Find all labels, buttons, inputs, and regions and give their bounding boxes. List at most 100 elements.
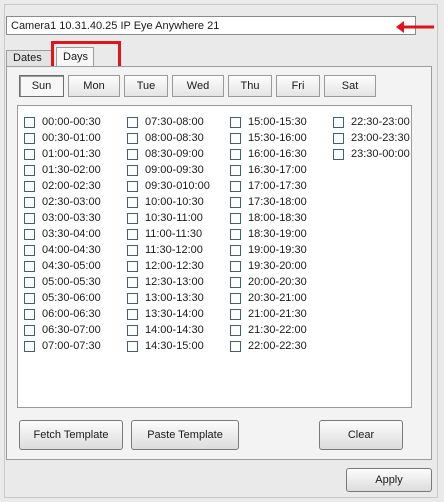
time-slot-item[interactable]: 09:00-09:30 xyxy=(127,162,210,178)
time-slot-item[interactable]: 04:30-05:00 xyxy=(24,258,101,274)
time-slot-checkbox[interactable] xyxy=(24,308,35,320)
time-slot-checkbox[interactable] xyxy=(24,148,35,160)
time-slot-item[interactable]: 22:30-23:00 xyxy=(333,114,410,130)
time-slot-checkbox[interactable] xyxy=(127,212,138,224)
time-slot-item[interactable]: 05:30-06:00 xyxy=(24,290,101,306)
time-slot-item[interactable]: 20:30-21:00 xyxy=(230,290,307,306)
time-slot-checkbox[interactable] xyxy=(127,244,138,256)
time-slot-item[interactable]: 21:30-22:00 xyxy=(230,322,307,338)
time-slot-item[interactable]: 06:30-07:00 xyxy=(24,322,101,338)
time-slot-item[interactable]: 20:00-20:30 xyxy=(230,274,307,290)
time-slot-item[interactable]: 00:00-00:30 xyxy=(24,114,101,130)
time-slot-item[interactable]: 02:30-03:00 xyxy=(24,194,101,210)
time-slot-item[interactable]: 18:30-19:00 xyxy=(230,226,307,242)
time-slot-item[interactable]: 22:00-22:30 xyxy=(230,338,307,354)
clear-button[interactable]: Clear xyxy=(319,420,403,450)
time-slot-item[interactable]: 12:30-13:00 xyxy=(127,274,210,290)
time-slot-checkbox[interactable] xyxy=(230,276,241,288)
time-slot-item[interactable]: 07:30-08:00 xyxy=(127,114,210,130)
time-slot-checkbox[interactable] xyxy=(127,180,138,192)
time-slot-item[interactable]: 17:30-18:00 xyxy=(230,194,307,210)
time-slot-checkbox[interactable] xyxy=(127,228,138,240)
day-button-tue[interactable]: Tue xyxy=(124,75,168,97)
time-slot-checkbox[interactable] xyxy=(127,132,138,144)
time-slot-item[interactable]: 01:00-01:30 xyxy=(24,146,101,162)
time-slot-item[interactable]: 13:00-13:30 xyxy=(127,290,210,306)
time-slot-item[interactable]: 19:00-19:30 xyxy=(230,242,307,258)
time-slot-checkbox[interactable] xyxy=(24,244,35,256)
time-slot-item[interactable]: 10:30-11:00 xyxy=(127,210,210,226)
time-slot-item[interactable]: 00:30-01:00 xyxy=(24,130,101,146)
time-slot-checkbox[interactable] xyxy=(127,164,138,176)
time-slot-item[interactable]: 13:30-14:00 xyxy=(127,306,210,322)
time-slot-checkbox[interactable] xyxy=(230,148,241,160)
time-slot-checkbox[interactable] xyxy=(230,116,241,128)
time-slot-item[interactable]: 16:30-17:00 xyxy=(230,162,307,178)
time-slot-checkbox[interactable] xyxy=(230,292,241,304)
time-slot-item[interactable]: 08:30-09:00 xyxy=(127,146,210,162)
time-slot-checkbox[interactable] xyxy=(127,260,138,272)
time-slot-checkbox[interactable] xyxy=(127,340,138,352)
time-slot-item[interactable]: 02:00-02:30 xyxy=(24,178,101,194)
time-slot-item[interactable]: 06:00-06:30 xyxy=(24,306,101,322)
fetch-template-button[interactable]: Fetch Template xyxy=(19,420,123,450)
time-slot-checkbox[interactable] xyxy=(24,180,35,192)
time-slot-checkbox[interactable] xyxy=(230,228,241,240)
time-slot-checkbox[interactable] xyxy=(24,340,35,352)
time-slot-checkbox[interactable] xyxy=(127,148,138,160)
time-slot-item[interactable]: 04:00-04:30 xyxy=(24,242,101,258)
time-slot-item[interactable]: 08:00-08:30 xyxy=(127,130,210,146)
day-button-sat[interactable]: Sat xyxy=(324,75,376,97)
time-slot-item[interactable]: 15:00-15:30 xyxy=(230,114,307,130)
day-button-wed[interactable]: Wed xyxy=(172,75,224,97)
day-button-fri[interactable]: Fri xyxy=(276,75,320,97)
time-slot-checkbox[interactable] xyxy=(24,228,35,240)
apply-button[interactable]: Apply xyxy=(346,468,432,492)
time-slot-item[interactable]: 23:30-00:00 xyxy=(333,146,410,162)
tab-dates[interactable]: Dates xyxy=(6,50,54,66)
paste-template-button[interactable]: Paste Template xyxy=(131,420,239,450)
time-slot-checkbox[interactable] xyxy=(24,132,35,144)
time-slot-checkbox[interactable] xyxy=(24,196,35,208)
time-slot-checkbox[interactable] xyxy=(24,276,35,288)
time-slot-checkbox[interactable] xyxy=(230,260,241,272)
time-slot-checkbox[interactable] xyxy=(127,292,138,304)
time-slot-item[interactable]: 18:00-18:30 xyxy=(230,210,307,226)
time-slot-item[interactable]: 17:00-17:30 xyxy=(230,178,307,194)
time-slot-checkbox[interactable] xyxy=(230,132,241,144)
time-slot-checkbox[interactable] xyxy=(24,116,35,128)
time-slot-checkbox[interactable] xyxy=(230,212,241,224)
time-slot-item[interactable]: 10:00-10:30 xyxy=(127,194,210,210)
time-slot-checkbox[interactable] xyxy=(230,180,241,192)
time-slot-item[interactable]: 14:00-14:30 xyxy=(127,322,210,338)
time-slot-item[interactable]: 11:30-12:00 xyxy=(127,242,210,258)
time-slot-item[interactable]: 21:00-21:30 xyxy=(230,306,307,322)
time-slot-checkbox[interactable] xyxy=(127,196,138,208)
time-slot-item[interactable]: 09:30-010:00 xyxy=(127,178,210,194)
day-button-mon[interactable]: Mon xyxy=(68,75,120,97)
time-slot-checkbox[interactable] xyxy=(333,132,344,144)
time-slot-item[interactable]: 03:30-04:00 xyxy=(24,226,101,242)
time-slot-checkbox[interactable] xyxy=(230,196,241,208)
time-slot-item[interactable]: 03:00-03:30 xyxy=(24,210,101,226)
time-slot-item[interactable]: 15:30-16:00 xyxy=(230,130,307,146)
time-slot-item[interactable]: 14:30-15:00 xyxy=(127,338,210,354)
time-slot-checkbox[interactable] xyxy=(24,212,35,224)
time-slot-item[interactable]: 11:00-11:30 xyxy=(127,226,210,242)
day-button-sun[interactable]: Sun xyxy=(19,75,64,97)
time-slot-item[interactable]: 19:30-20:00 xyxy=(230,258,307,274)
time-slot-checkbox[interactable] xyxy=(24,260,35,272)
time-slot-item[interactable]: 16:00-16:30 xyxy=(230,146,307,162)
time-slot-item[interactable]: 07:00-07:30 xyxy=(24,338,101,354)
time-slot-checkbox[interactable] xyxy=(24,164,35,176)
time-slot-item[interactable]: 05:00-05:30 xyxy=(24,274,101,290)
time-slot-checkbox[interactable] xyxy=(24,324,35,336)
time-slot-checkbox[interactable] xyxy=(24,292,35,304)
time-slot-checkbox[interactable] xyxy=(230,164,241,176)
time-slot-checkbox[interactable] xyxy=(230,324,241,336)
time-slot-checkbox[interactable] xyxy=(230,244,241,256)
time-slot-checkbox[interactable] xyxy=(127,276,138,288)
time-slot-checkbox[interactable] xyxy=(127,116,138,128)
time-slot-checkbox[interactable] xyxy=(230,340,241,352)
time-slot-checkbox[interactable] xyxy=(127,324,138,336)
